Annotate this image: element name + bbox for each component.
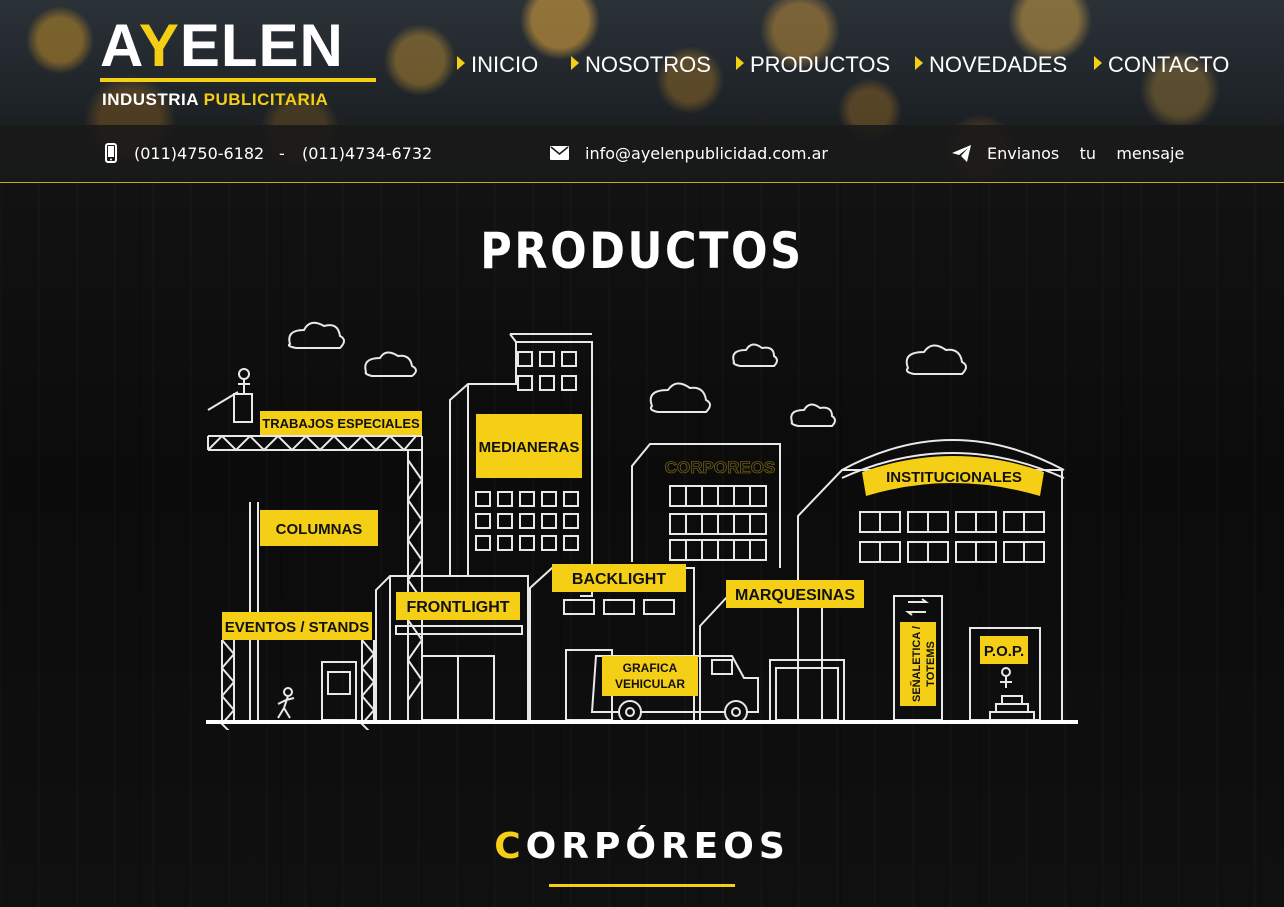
paper-plane-icon [952,145,971,162]
ground-line [206,720,1078,724]
svg-text:TOTEMS: TOTEMS [925,641,937,687]
caret-right-icon [571,56,579,70]
products-city-illustration: TRABAJOS ESPECIALES MEDIANERAS CORPOREOS… [206,321,1078,730]
label-eventos-stands[interactable]: EVENTOS / STANDS [222,612,372,640]
svg-text:MARQUESINAS: MARQUESINAS [735,587,855,604]
svg-text:INSTITUCIONALES: INSTITUCIONALES [886,469,1022,486]
svg-text:BACKLIGHT: BACKLIGHT [572,571,666,588]
cloud-icon [649,382,711,413]
phone-1[interactable]: (011)4750-6182 [134,144,264,163]
send-message-link[interactable]: Envianos tu mensaje [987,144,1184,163]
phone-separator: - [279,144,285,163]
cloud-icon [790,403,836,427]
label-pop[interactable]: P.O.P. [980,636,1028,664]
email-link[interactable]: info@ayelenpublicidad.com.ar [585,144,828,163]
svg-text:MEDIANERAS: MEDIANERAS [479,439,580,456]
svg-text:EVENTOS / STANDS: EVENTOS / STANDS [225,619,369,636]
label-grafica-vehicular[interactable]: GRAFICA VEHICULAR [602,656,698,696]
nav-item-inicio[interactable]: INICIO [457,52,538,78]
envelope-icon [550,146,569,160]
cloud-icon [905,344,967,375]
svg-text:TRABAJOS ESPECIALES: TRABAJOS ESPECIALES [262,416,420,431]
svg-text:FRONTLIGHT: FRONTLIGHT [406,599,509,616]
section-title-underline [549,884,735,887]
svg-text:COLUMNAS: COLUMNAS [276,521,363,538]
svg-text:GRAFICA: GRAFICA [623,661,678,675]
label-columnas[interactable]: COLUMNAS [260,510,378,546]
nav-item-productos[interactable]: PRODUCTOS [736,52,890,78]
cloud-icon [287,321,345,349]
logo-subtitle: INDUSTRIA PUBLICITARIA [102,90,329,109]
phone-2[interactable]: (011)4734-6732 [302,144,432,163]
label-trabajos-especiales[interactable]: TRABAJOS ESPECIALES [260,411,422,435]
label-frontlight[interactable]: FRONTLIGHT [396,592,520,620]
caret-right-icon [1094,56,1102,70]
cloud-icon [732,343,778,367]
svg-text:VEHICULAR: VEHICULAR [615,677,685,691]
header: AYELEN INDUSTRIA PUBLICITARIA INICIO NOS… [0,0,1284,183]
page-title: PRODUCTOS [480,222,804,280]
svg-text:SEÑALETICA /: SEÑALETICA / [910,626,923,702]
mobile-phone-icon [105,143,117,163]
label-corporeos[interactable]: CORPOREOS [664,458,776,478]
nav-item-novedades[interactable]: NOVEDADES [915,52,1067,78]
contact-bar: (011)4750-6182 - (011)4734-6732 info@aye… [0,125,1284,183]
nav-item-contacto[interactable]: CONTACTO [1094,52,1229,78]
svg-text:CORPOREOS: CORPOREOS [665,458,776,477]
label-medianeras[interactable]: MEDIANERAS [476,414,582,478]
nav-item-nosotros[interactable]: NOSOTROS [571,52,711,78]
caret-right-icon [457,56,465,70]
main-nav: INICIO NOSOTROS PRODUCTOS NOVEDADES CONT… [0,52,1284,82]
label-marquesinas[interactable]: MARQUESINAS [726,580,864,608]
cloud-icon [364,351,417,377]
section-title: CORPÓREOS [494,826,790,867]
label-senaletica-totems[interactable]: SEÑALETICA / TOTEMS [900,622,937,706]
label-backlight[interactable]: BACKLIGHT [552,564,686,592]
caret-right-icon [736,56,744,70]
caret-right-icon [915,56,923,70]
svg-text:P.O.P.: P.O.P. [984,643,1024,660]
